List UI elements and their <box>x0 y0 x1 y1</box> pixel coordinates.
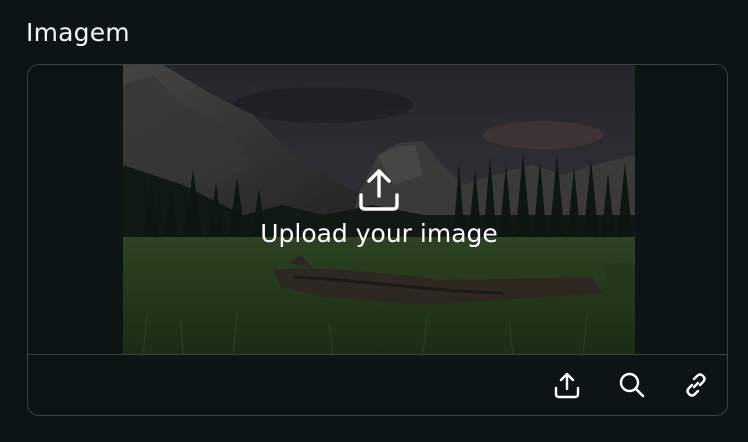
image-toolbar <box>28 355 727 415</box>
upload-prompt[interactable]: Upload your image <box>123 165 635 251</box>
image-dropzone[interactable]: Upload your image <box>28 65 727 355</box>
upload-icon <box>356 165 402 213</box>
link-icon <box>681 370 711 400</box>
search-button[interactable] <box>615 368 649 402</box>
search-icon <box>617 370 647 400</box>
image-upload-card: Upload your image <box>27 64 728 416</box>
link-button[interactable] <box>679 368 713 402</box>
field-label: Imagem <box>26 18 130 47</box>
upload-icon <box>552 370 582 400</box>
upload-button[interactable] <box>550 368 584 402</box>
upload-prompt-text: Upload your image <box>260 219 498 248</box>
